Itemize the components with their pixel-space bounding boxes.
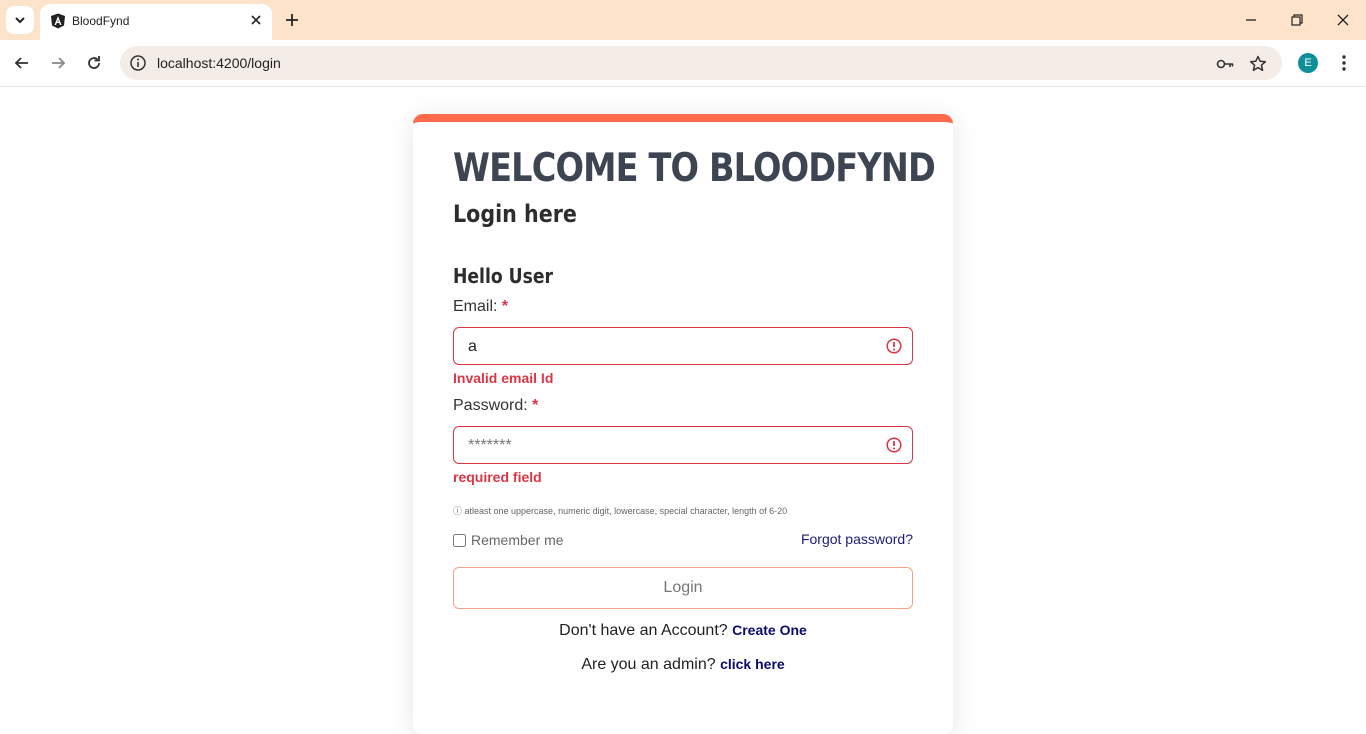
- admin-prompt: Are you an admin?: [581, 656, 716, 673]
- signup-line: Don't have an Account? Create One: [413, 622, 953, 640]
- remember-me[interactable]: Remember me: [453, 532, 564, 548]
- email-input[interactable]: [466, 328, 880, 366]
- bookmark-star-icon[interactable]: [1248, 54, 1268, 74]
- reload-icon[interactable]: [84, 53, 104, 73]
- password-field[interactable]: [453, 426, 913, 465]
- angular-icon: [51, 13, 65, 29]
- site-info-icon[interactable]: [129, 54, 147, 72]
- email-label: Email: *: [453, 298, 508, 316]
- address-bar[interactable]: localhost:4200/login: [120, 46, 1282, 80]
- page-subtitle: Login here: [453, 200, 577, 228]
- admin-login-link[interactable]: click here: [720, 656, 785, 672]
- error-icon: [886, 338, 902, 354]
- browser-toolbar: localhost:4200/login E: [0, 40, 1366, 87]
- greeting-heading: Hello User: [453, 264, 554, 288]
- password-label: Password: *: [453, 397, 538, 415]
- create-account-link[interactable]: Create One: [732, 622, 807, 638]
- more-options-icon[interactable]: [1334, 53, 1354, 73]
- required-marker: *: [532, 397, 539, 414]
- forgot-password-link[interactable]: Forgot password?: [801, 531, 913, 547]
- new-tab-icon[interactable]: [283, 11, 301, 29]
- remember-me-checkbox[interactable]: [453, 533, 466, 547]
- forward-arrow-icon[interactable]: [48, 53, 68, 73]
- key-icon[interactable]: [1215, 54, 1235, 74]
- required-marker: *: [501, 298, 509, 315]
- chevron-down-icon: [15, 17, 25, 24]
- close-window-icon[interactable]: [1335, 12, 1351, 28]
- profile-avatar[interactable]: E: [1298, 53, 1318, 73]
- email-field[interactable]: [453, 327, 913, 366]
- login-button[interactable]: Login: [453, 567, 913, 609]
- tab-title: BloodFynd: [72, 14, 130, 28]
- tab-search-button[interactable]: [6, 6, 34, 34]
- error-icon: [886, 437, 902, 453]
- close-icon[interactable]: [250, 14, 262, 26]
- browser-tab-strip: BloodFynd: [0, 0, 1366, 40]
- minimize-icon[interactable]: [1243, 12, 1259, 28]
- restore-icon[interactable]: [1289, 12, 1305, 28]
- page-title: WELCOME TO BLOODFYND: [453, 146, 936, 191]
- password-input[interactable]: [466, 427, 880, 465]
- signup-prompt: Don't have an Account?: [559, 622, 728, 639]
- admin-line: Are you an admin? click here: [413, 656, 953, 674]
- password-hint: ⓘ atleast one uppercase, numeric digit, …: [453, 506, 788, 516]
- back-arrow-icon[interactable]: [12, 53, 32, 73]
- login-card: WELCOME TO BLOODFYND Login here Hello Us…: [413, 114, 953, 734]
- email-label-text: Email:: [453, 298, 498, 315]
- browser-tab[interactable]: BloodFynd: [40, 4, 272, 40]
- email-error: Invalid email Id: [453, 370, 554, 386]
- url-text: localhost:4200/login: [157, 55, 281, 71]
- password-error: required field: [453, 469, 542, 485]
- password-label-text: Password:: [453, 397, 528, 414]
- remember-me-label: Remember me: [471, 532, 564, 548]
